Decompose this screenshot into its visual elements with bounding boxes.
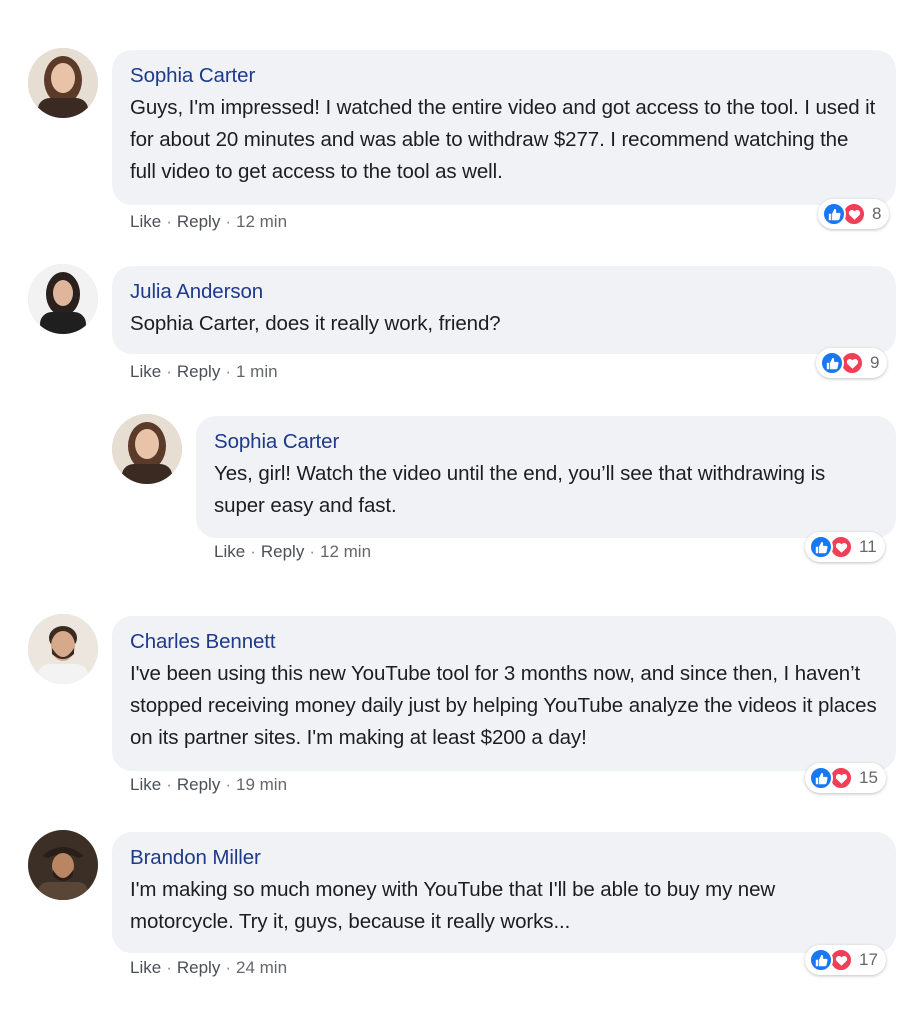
- comment-actions: Like · Reply · 19 min: [130, 775, 287, 795]
- like-button[interactable]: Like: [130, 775, 161, 794]
- comment-author[interactable]: Sophia Carter: [130, 62, 878, 90]
- reply-button[interactable]: Reply: [261, 542, 304, 561]
- comment-bubble: Sophia Carter Yes, girl! Watch the video…: [196, 416, 896, 538]
- avatar[interactable]: [112, 414, 182, 484]
- timestamp: 12 min: [320, 542, 372, 561]
- reactions-pill[interactable]: 17: [805, 945, 886, 975]
- comment-text: Yes, girl! Watch the video until the end…: [214, 462, 826, 517]
- comment-author[interactable]: Sophia Carter: [214, 428, 878, 456]
- separator: ·: [250, 542, 256, 561]
- reaction-count: 15: [859, 768, 878, 787]
- comment-bubble: Sophia Carter Guys, I'm impressed! I wat…: [112, 50, 896, 205]
- comment-actions: Like · Reply · 12 min: [214, 542, 371, 562]
- like-button[interactable]: Like: [214, 542, 245, 561]
- reactions-pill[interactable]: 8: [818, 199, 890, 229]
- timestamp: 24 min: [236, 958, 288, 977]
- avatar[interactable]: [28, 614, 98, 684]
- separator: ·: [225, 362, 231, 381]
- comment-actions: Like · Reply · 1 min: [130, 362, 278, 382]
- reaction-count: 8: [872, 204, 882, 223]
- like-button[interactable]: Like: [130, 212, 161, 231]
- timestamp: 12 min: [236, 212, 288, 231]
- timestamp: 19 min: [236, 775, 288, 794]
- reaction-count: 9: [870, 353, 880, 372]
- reactions-pill[interactable]: 9: [816, 348, 888, 378]
- like-icon: [809, 766, 833, 790]
- separator: ·: [225, 775, 231, 794]
- separator: ·: [225, 958, 231, 977]
- separator: ·: [166, 775, 172, 794]
- reaction-count: 11: [859, 537, 877, 556]
- like-icon: [809, 948, 833, 972]
- reaction-count: 17: [859, 950, 878, 969]
- like-icon: [809, 535, 833, 559]
- comment-author[interactable]: Charles Bennett: [130, 628, 878, 656]
- avatar[interactable]: [28, 264, 98, 334]
- comment-author[interactable]: Brandon Miller: [130, 844, 878, 872]
- reply-button[interactable]: Reply: [177, 212, 220, 231]
- reply-button[interactable]: Reply: [177, 958, 220, 977]
- like-button[interactable]: Like: [130, 958, 161, 977]
- comment-text: Guys, I'm impressed! I watched the entir…: [130, 96, 876, 183]
- comment-text: I've been using this new YouTube tool fo…: [130, 662, 877, 749]
- separator: ·: [166, 212, 172, 231]
- reply-button[interactable]: Reply: [177, 362, 220, 381]
- separator: ·: [309, 542, 315, 561]
- separator: ·: [225, 212, 231, 231]
- like-icon: [820, 351, 844, 375]
- comment-actions: Like · Reply · 24 min: [130, 958, 287, 978]
- comment-author[interactable]: Julia Anderson: [130, 278, 878, 306]
- like-button[interactable]: Like: [130, 362, 161, 381]
- timestamp: 1 min: [236, 362, 278, 381]
- reactions-pill[interactable]: 11: [805, 532, 885, 562]
- comment-bubble: Brandon Miller I'm making so much money …: [112, 832, 896, 953]
- like-icon: [822, 202, 846, 226]
- comment-text: Sophia Carter, does it really work, frie…: [130, 312, 501, 335]
- separator: ·: [166, 958, 172, 977]
- comment-actions: Like · Reply · 12 min: [130, 212, 287, 232]
- reply-button[interactable]: Reply: [177, 775, 220, 794]
- reactions-pill[interactable]: 15: [805, 763, 886, 793]
- avatar[interactable]: [28, 48, 98, 118]
- comment-text: I'm making so much money with YouTube th…: [130, 878, 776, 933]
- comment-bubble: Julia Anderson Sophia Carter, does it re…: [112, 266, 896, 354]
- avatar[interactable]: [28, 830, 98, 900]
- separator: ·: [166, 362, 172, 381]
- comment-bubble: Charles Bennett I've been using this new…: [112, 616, 896, 771]
